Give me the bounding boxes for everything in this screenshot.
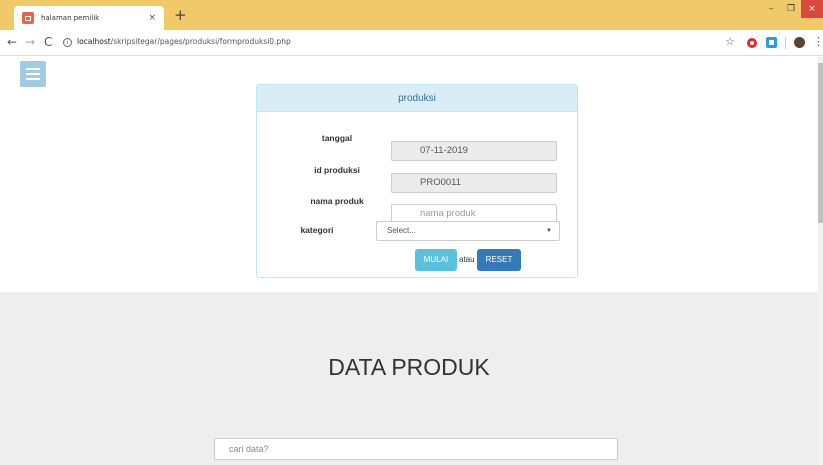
info-icon[interactable]: i (63, 38, 72, 47)
tab-title: halaman pemilik (41, 14, 100, 22)
back-arrow-icon[interactable]: ← (7, 35, 17, 49)
menu-icon[interactable] (20, 61, 46, 87)
url-path: /skripsitegar/pages/produksi/formproduks… (110, 37, 291, 46)
opera-extension-icon[interactable] (747, 38, 757, 48)
address-bar: ← → C i localhost/skripsitegar/pages/pro… (0, 30, 823, 56)
browser-menu-icon[interactable]: ⋮ (813, 35, 823, 48)
reset-button[interactable]: RESET (477, 249, 521, 271)
id-produksi-label: id produksi (314, 165, 360, 175)
url-host: localhost (77, 37, 111, 46)
tanggal-field[interactable]: 07-11-2019 (391, 141, 557, 161)
scrollbar-thumb[interactable] (818, 63, 823, 223)
caret-down-icon: ▼ (546, 228, 552, 234)
forward-arrow-icon[interactable]: → (25, 35, 35, 49)
kategori-selected-value: Select... (387, 226, 416, 235)
browser-tab[interactable]: halaman pemilik × (14, 6, 164, 30)
mulai-button[interactable]: MULAI (415, 249, 457, 271)
data-produk-title: DATA PRODUK (328, 354, 490, 380)
data-produk-section: DATA PRODUK cari data? (0, 292, 818, 465)
kategori-select[interactable]: Select... ▼ (376, 221, 560, 241)
reload-icon[interactable]: C (44, 35, 52, 49)
tab-close-icon[interactable]: × (148, 13, 156, 23)
page-favicon-icon (22, 12, 34, 24)
production-form-panel: produksi tanggal 07-11-2019 id produksi … (256, 84, 578, 278)
window-minimize-button[interactable]: – (769, 4, 774, 14)
profile-avatar-icon[interactable] (794, 37, 805, 48)
nama-produk-label: nama produk (310, 196, 364, 206)
bookmark-star-icon[interactable]: ☆ (725, 35, 735, 48)
window-maximize-button[interactable]: ❐ (787, 4, 795, 14)
kategori-label: kategori (300, 225, 334, 235)
or-text: atau (459, 255, 475, 264)
panel-heading: produksi (257, 85, 577, 112)
browser-titlebar: halaman pemilik × + – ❐ × (0, 0, 823, 30)
new-tab-button[interactable]: + (174, 6, 187, 24)
url-field[interactable]: localhost/skripsitegar/pages/produksi/fo… (77, 37, 291, 46)
toolbar-divider (785, 37, 786, 49)
extension-icon[interactable] (766, 37, 777, 48)
id-produksi-field[interactable]: PRO0011 (391, 173, 557, 193)
search-input[interactable]: cari data? (214, 438, 618, 460)
window-close-button[interactable]: × (801, 0, 823, 18)
page-scrollbar[interactable] (818, 57, 823, 465)
page-content: produksi tanggal 07-11-2019 id produksi … (0, 57, 823, 465)
tanggal-label: tanggal (321, 133, 353, 143)
